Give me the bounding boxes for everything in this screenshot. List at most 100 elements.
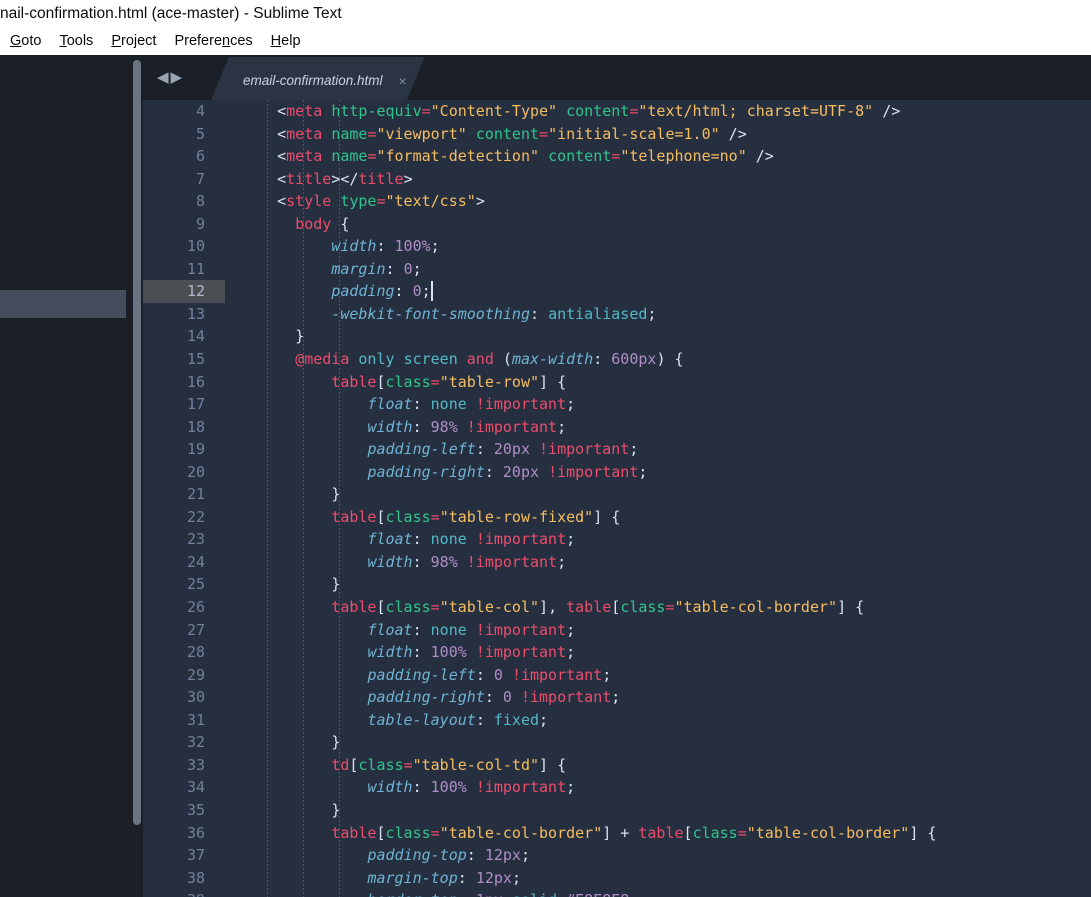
- code-line-20[interactable]: 20 padding-right: 20px !important;: [143, 461, 1091, 484]
- line-text[interactable]: margin-top: 12px;: [241, 867, 521, 890]
- menu-item-help[interactable]: Help: [262, 28, 310, 55]
- line-text[interactable]: }: [241, 799, 340, 822]
- code-line-27[interactable]: 27 float: none !important;: [143, 619, 1091, 642]
- tab-email-confirmation[interactable]: email-confirmation.html ×: [211, 57, 425, 100]
- code-line-5[interactable]: 5 <meta name="viewport" content="initial…: [143, 123, 1091, 146]
- code-area[interactable]: 4 <meta http-equiv="Content-Type" conten…: [143, 100, 1091, 897]
- line-text[interactable]: float: none !important;: [241, 528, 575, 551]
- code-line-26[interactable]: 26 table[class="table-col"], table[class…: [143, 596, 1091, 619]
- code-line-29[interactable]: 29 padding-left: 0 !important;: [143, 664, 1091, 687]
- line-text[interactable]: <meta name="viewport" content="initial-s…: [241, 123, 747, 146]
- code-line-17[interactable]: 17 float: none !important;: [143, 393, 1091, 416]
- code-line-21[interactable]: 21 }: [143, 483, 1091, 506]
- line-text[interactable]: table[class="table-row-fixed"] {: [241, 506, 620, 529]
- code-line-19[interactable]: 19 padding-left: 20px !important;: [143, 438, 1091, 461]
- line-text[interactable]: padding-right: 20px !important;: [241, 461, 647, 484]
- code-line-8[interactable]: 8 <style type="text/css">: [143, 190, 1091, 213]
- code-line-32[interactable]: 32 }: [143, 731, 1091, 754]
- tab-nav-arrows[interactable]: ◀▶: [157, 68, 197, 88]
- code-line-36[interactable]: 36 table[class="table-col-border"] + tab…: [143, 822, 1091, 845]
- code-line-22[interactable]: 22 table[class="table-row-fixed"] {: [143, 506, 1091, 529]
- code-line-23[interactable]: 23 float: none !important;: [143, 528, 1091, 551]
- line-text[interactable]: table[class="table-col-border"] + table[…: [241, 822, 936, 845]
- code-line-35[interactable]: 35 }: [143, 799, 1091, 822]
- menu-item-project[interactable]: Project: [102, 28, 165, 55]
- line-text[interactable]: td[class="table-col-td"] {: [241, 754, 566, 777]
- code-line-12[interactable]: 12 padding: 0;: [143, 280, 1091, 303]
- nav-prev-icon[interactable]: ◀: [157, 69, 171, 86]
- code-line-18[interactable]: 18 width: 98% !important;: [143, 416, 1091, 439]
- code-lines[interactable]: 4 <meta http-equiv="Content-Type" conten…: [143, 100, 1091, 897]
- code-line-15[interactable]: 15 @media only screen and (max-width: 60…: [143, 348, 1091, 371]
- code-line-38[interactable]: 38 margin-top: 12px;: [143, 867, 1091, 890]
- code-line-33[interactable]: 33 td[class="table-col-td"] {: [143, 754, 1091, 777]
- line-text[interactable]: }: [241, 573, 340, 596]
- text-caret: [430, 281, 433, 302]
- line-text[interactable]: }: [241, 325, 304, 348]
- menu-item-preferences[interactable]: Preferences: [165, 28, 261, 55]
- line-text[interactable]: table-layout: fixed;: [241, 709, 548, 732]
- code-line-37[interactable]: 37 padding-top: 12px;: [143, 844, 1091, 867]
- line-text[interactable]: table[class="table-col"], table[class="t…: [241, 596, 864, 619]
- line-text[interactable]: padding-right: 0 !important;: [241, 686, 620, 709]
- line-text[interactable]: padding-left: 0 !important;: [241, 664, 611, 687]
- code-line-10[interactable]: 10 width: 100%;: [143, 235, 1091, 258]
- code-token: type: [340, 192, 377, 211]
- close-icon[interactable]: ×: [399, 57, 407, 105]
- sidebar-scrollbar[interactable]: [131, 55, 143, 897]
- line-text[interactable]: padding-left: 20px !important;: [241, 438, 638, 461]
- code-token: :: [412, 643, 431, 662]
- line-text[interactable]: margin: 0;: [241, 258, 421, 281]
- line-text[interactable]: width: 100% !important;: [241, 776, 575, 799]
- code-line-31[interactable]: 31 table-layout: fixed;: [143, 709, 1091, 732]
- code-token: ]: [539, 598, 549, 617]
- line-text[interactable]: <meta name="format-detection" content="t…: [241, 145, 774, 168]
- code-line-16[interactable]: 16 table[class="table-row"] {: [143, 371, 1091, 394]
- line-text[interactable]: table[class="table-row"] {: [241, 371, 566, 394]
- line-text[interactable]: width: 98% !important;: [241, 551, 566, 574]
- sidebar-scrollbar-thumb[interactable]: [133, 60, 141, 825]
- line-text[interactable]: width: 100%;: [241, 235, 439, 258]
- code-line-25[interactable]: 25 }: [143, 573, 1091, 596]
- line-text[interactable]: }: [241, 483, 340, 506]
- code-token: />: [719, 124, 747, 143]
- code-token: :: [475, 440, 494, 459]
- line-text[interactable]: padding-top: 12px;: [241, 844, 530, 867]
- line-text[interactable]: }: [241, 731, 340, 754]
- code-token: class: [385, 598, 431, 617]
- line-text[interactable]: -webkit-font-smoothing: antialiased;: [241, 303, 656, 326]
- line-text[interactable]: <meta http-equiv="Content-Type" content=…: [241, 100, 900, 123]
- code-token: class: [358, 755, 404, 774]
- code-line-39[interactable]: 39 border-top: 1px solid #E8E8E8;: [143, 889, 1091, 897]
- code-token: "table-col-border": [674, 598, 838, 617]
- sidebar[interactable]: [0, 55, 131, 897]
- line-text[interactable]: @media only screen and (max-width: 600px…: [241, 348, 683, 371]
- line-text[interactable]: body {: [241, 213, 349, 236]
- nav-next-icon[interactable]: ▶: [171, 69, 185, 86]
- sidebar-selected-row[interactable]: [0, 290, 126, 318]
- code-line-11[interactable]: 11 margin: 0;: [143, 258, 1091, 281]
- code-line-7[interactable]: 7 <title></title>: [143, 168, 1091, 191]
- code-line-28[interactable]: 28 width: 100% !important;: [143, 641, 1091, 664]
- line-text[interactable]: <style type="text/css">: [241, 190, 485, 213]
- code-line-4[interactable]: 4 <meta http-equiv="Content-Type" conten…: [143, 100, 1091, 123]
- line-text[interactable]: float: none !important;: [241, 393, 575, 416]
- line-text[interactable]: float: none !important;: [241, 619, 575, 642]
- line-text[interactable]: border-top: 1px solid #E8E8E8;: [241, 889, 638, 897]
- line-text[interactable]: width: 98% !important;: [241, 416, 566, 439]
- code-line-30[interactable]: 30 padding-right: 0 !important;: [143, 686, 1091, 709]
- code-line-24[interactable]: 24 width: 98% !important;: [143, 551, 1091, 574]
- line-text[interactable]: padding: 0;: [241, 280, 430, 303]
- line-text[interactable]: width: 100% !important;: [241, 641, 575, 664]
- menu-item-tools[interactable]: Tools: [50, 28, 102, 55]
- code-line-9[interactable]: 9 body {: [143, 213, 1091, 236]
- code-line-13[interactable]: 13 -webkit-font-smoothing: antialiased;: [143, 303, 1091, 326]
- code-line-14[interactable]: 14 }: [143, 325, 1091, 348]
- code-line-34[interactable]: 34 width: 100% !important;: [143, 776, 1091, 799]
- line-text[interactable]: <title></title>: [241, 168, 412, 191]
- code-line-6[interactable]: 6 <meta name="format-detection" content=…: [143, 145, 1091, 168]
- menu-item-goto[interactable]: Goto: [0, 28, 50, 55]
- sublime-text-window: nail-confirmation.html (ace-master) - Su…: [0, 0, 1091, 897]
